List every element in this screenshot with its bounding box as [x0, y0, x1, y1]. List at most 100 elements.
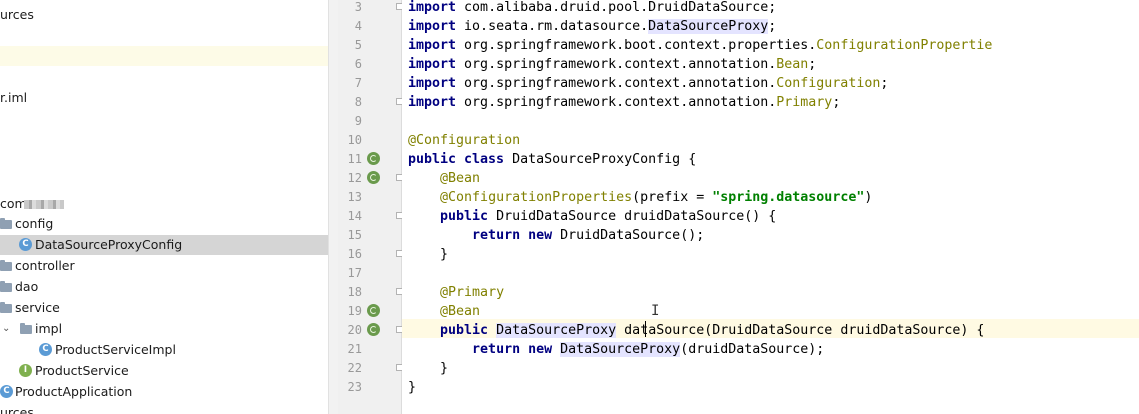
tree-row-label: impl	[35, 321, 63, 336]
tree-row-label: DataSourceProxyConfig	[35, 237, 183, 252]
code-token: return new	[472, 228, 561, 243]
code-line[interactable]: public DataSourceProxy dataSource(DruidD…	[408, 321, 984, 340]
line-number: 20	[347, 323, 362, 337]
tree-row-label: ProductService	[35, 363, 129, 378]
tree-row-label: urces	[0, 7, 34, 22]
tree-row-impl[interactable]: ⌄ impl	[0, 319, 328, 339]
code-token: DruidDataSource druidDataSource() {	[496, 209, 777, 224]
tree-row-dao[interactable]: dao	[0, 277, 328, 297]
folder-icon	[0, 281, 12, 292]
spring-bean-icon[interactable]	[367, 323, 380, 336]
code-token: import	[408, 95, 465, 110]
code-token: (druidDataSource);	[680, 342, 825, 357]
code-token: DataSourceProxy	[496, 323, 617, 338]
redacted-package-name	[24, 200, 64, 209]
code-token: @Bean	[440, 171, 481, 186]
code-token: org.springframework.context.annotation.	[464, 95, 777, 110]
text-caret	[645, 321, 646, 337]
folder-icon	[20, 323, 32, 334]
tree-row-highlighted[interactable]	[0, 46, 328, 66]
line-number: 10	[347, 133, 362, 147]
tree-row-label: com	[0, 196, 27, 211]
code-token: ;	[880, 76, 889, 91]
code-line[interactable]: @Bean	[408, 302, 480, 321]
tree-row-resources-bottom[interactable]: urces	[0, 403, 328, 414]
code-token: Bean	[776, 57, 809, 72]
code-line[interactable]: @Primary	[408, 283, 504, 302]
code-line[interactable]: @Bean	[408, 169, 480, 188]
tree-row-datasourceproxyconfig[interactable]: C DataSourceProxyConfig	[0, 235, 328, 255]
code-line[interactable]: import org.springframework.context.annot…	[408, 55, 816, 74]
line-number: 14	[347, 209, 362, 223]
tree-row-productapplication[interactable]: C ProductApplication	[0, 382, 328, 402]
code-token: import	[408, 19, 465, 34]
panel-splitter[interactable]	[328, 0, 338, 414]
class-icon: C	[39, 343, 52, 356]
code-token: ;	[808, 57, 817, 72]
code-token: }	[408, 247, 449, 262]
code-line[interactable]: }	[408, 245, 448, 264]
tree-row-label: urces	[0, 405, 34, 414]
tree-row-label: service	[15, 300, 60, 315]
code-token: public	[440, 209, 497, 224]
class-icon: C	[19, 238, 32, 251]
line-number: 11	[347, 152, 362, 166]
code-token: @Configuration	[408, 133, 521, 148]
code-token: public	[440, 323, 497, 338]
line-number: 16	[347, 247, 362, 261]
tree-row-label: r.iml	[0, 90, 28, 105]
line-number: 23	[347, 380, 362, 394]
line-number: 12	[347, 171, 362, 185]
tree-row-resources-top[interactable]: urces	[0, 5, 328, 25]
code-token: com.alibaba.druid.pool.DruidDataSource;	[464, 0, 777, 15]
code-line[interactable]: import com.alibaba.druid.pool.DruidDataS…	[408, 0, 776, 17]
code-line[interactable]: return new DataSourceProxy(druidDataSour…	[408, 340, 824, 359]
code-line[interactable]: return new DruidDataSource();	[408, 226, 704, 245]
code-line[interactable]: import io.seata.rm.datasource.DataSource…	[408, 17, 776, 36]
code-token: org.springframework.boot.context.propert…	[464, 38, 817, 53]
mouse-ibeam-cursor: I	[651, 303, 660, 319]
code-line[interactable]: import org.springframework.boot.context.…	[408, 36, 992, 55]
tree-row-controller[interactable]: controller	[0, 256, 328, 276]
line-number: 22	[347, 361, 362, 375]
tree-row-label: controller	[15, 258, 75, 273]
code-line[interactable]: }	[408, 378, 416, 397]
tree-row-config[interactable]: config	[0, 214, 328, 234]
folder-icon	[0, 260, 12, 271]
code-token: DataSourceProxyConfig {	[512, 152, 697, 167]
code-token: (prefix =	[632, 190, 713, 205]
code-token: import	[408, 76, 465, 91]
code-line[interactable]: @Configuration	[408, 131, 520, 150]
code-token: import	[408, 57, 465, 72]
spring-bean-icon[interactable]	[367, 171, 380, 184]
spring-bean-icon[interactable]	[367, 152, 380, 165]
code-line[interactable]: public class DataSourceProxyConfig {	[408, 150, 696, 169]
interface-icon: I	[19, 364, 32, 377]
code-token: org.springframework.context.annotation.	[464, 57, 777, 72]
chevron-down-icon[interactable]: ⌄	[2, 319, 10, 339]
tree-row-productserviceimpl[interactable]: C ProductServiceImpl	[0, 340, 328, 360]
line-number: 5	[354, 38, 362, 52]
code-token: "spring.datasource"	[712, 190, 865, 205]
code-line[interactable]: }	[408, 359, 448, 378]
code-editor[interactable]: import com.alibaba.druid.pool.DruidDataS…	[402, 0, 1139, 414]
code-line[interactable]: import org.springframework.context.annot…	[408, 74, 888, 93]
code-token: public class	[408, 152, 513, 167]
code-line[interactable]: import org.springframework.context.annot…	[408, 93, 840, 112]
tree-row-service[interactable]: service	[0, 298, 328, 318]
tree-row-productservice[interactable]: I ProductService	[0, 361, 328, 381]
code-token: @Primary	[440, 285, 505, 300]
code-line[interactable]: public DruidDataSource druidDataSource()…	[408, 207, 776, 226]
tree-row-iml-file[interactable]: r.iml	[0, 88, 328, 108]
code-line[interactable]: @ConfigurationProperties(prefix = "sprin…	[408, 188, 872, 207]
tree-row-package-com[interactable]: com	[0, 194, 328, 214]
code-token: @Bean	[440, 304, 481, 319]
code-token: DataSourceProxy	[648, 19, 769, 34]
spring-bean-icon[interactable]	[367, 304, 380, 317]
line-number: 9	[354, 114, 362, 128]
